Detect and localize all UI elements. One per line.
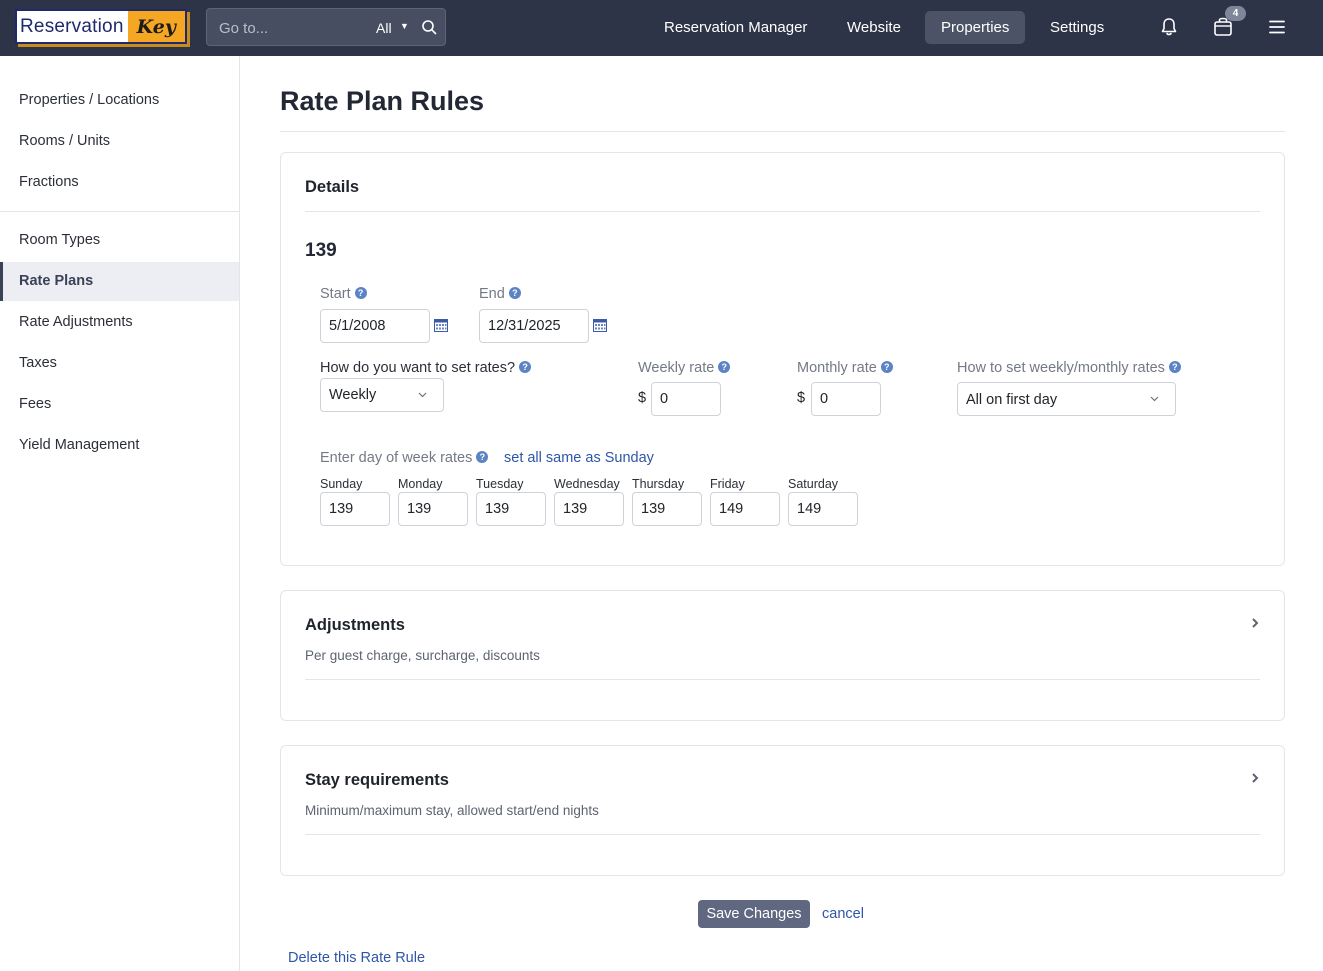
title-divider (280, 131, 1285, 132)
chevron-right-icon[interactable] (1250, 617, 1260, 629)
currency-symbol: $ (638, 390, 647, 406)
weekly-rate-label: Weekly rate? (638, 360, 731, 376)
day-label-saturday: Saturday (788, 477, 839, 491)
stay-requirements-card[interactable]: Stay requirements Minimum/maximum stay, … (280, 745, 1285, 876)
stay-requirements-subtitle: Minimum/maximum stay, allowed start/end … (305, 803, 599, 818)
monthly-rate-label-text: Monthly rate (797, 360, 877, 376)
monthly-rate-label: Monthly rate? (797, 360, 893, 376)
hamburger-menu-icon[interactable] (1266, 16, 1288, 38)
help-icon[interactable]: ? (718, 361, 731, 374)
day-label-sunday: Sunday (320, 477, 363, 491)
sidebar-item-rate-adjustments[interactable]: Rate Adjustments (0, 303, 239, 342)
start-label-text: Start (320, 286, 351, 302)
tuesday-rate-input[interactable]: 139 (476, 492, 546, 526)
chevron-down-icon (418, 392, 427, 398)
delete-rate-rule-link[interactable]: Delete this Rate Rule (288, 950, 425, 966)
saturday-rate-input[interactable]: 149 (788, 492, 858, 526)
sidebar-item-rooms-units[interactable]: Rooms / Units (0, 122, 239, 161)
help-icon[interactable]: ? (880, 361, 893, 374)
wednesday-rate-input[interactable]: 139 (554, 492, 624, 526)
stay-requirements-divider (305, 834, 1260, 835)
chevron-right-icon[interactable] (1250, 772, 1260, 784)
nav-settings[interactable]: Settings (1034, 11, 1120, 44)
help-icon[interactable]: ? (508, 287, 521, 300)
caret-down-icon[interactable]: ▼ (400, 21, 409, 31)
calendar-icon[interactable] (593, 319, 607, 332)
search-scope-dropdown[interactable]: All (376, 20, 392, 36)
set-rates-label: How do you want to set rates?? (320, 360, 532, 376)
logo-text-left: Reservation (17, 11, 128, 42)
day-label-tuesday: Tuesday (476, 477, 524, 491)
calendar-icon[interactable] (434, 319, 448, 332)
help-icon[interactable]: ? (476, 451, 489, 464)
sidebar-divider (0, 211, 239, 212)
help-icon[interactable]: ? (519, 361, 532, 374)
weekly-rate-input[interactable]: 0 (651, 382, 721, 416)
how-set-select[interactable]: All on first day (957, 382, 1176, 416)
friday-rate-input[interactable]: 149 (710, 492, 780, 526)
sunday-rate-input[interactable]: 139 (320, 492, 390, 526)
adjustments-divider (305, 679, 1260, 680)
sidebar: Properties / Locations Rooms / Units Fra… (0, 56, 240, 971)
top-navbar: Reservation Key Go to... All ▼ Reservati… (0, 0, 1323, 56)
help-icon[interactable]: ? (1168, 361, 1181, 374)
chevron-down-icon (1150, 396, 1159, 402)
weekly-rate-label-text: Weekly rate (638, 360, 715, 376)
dow-rates-label: Enter day of week rates? (320, 450, 489, 466)
sidebar-item-properties-locations[interactable]: Properties / Locations (0, 81, 239, 120)
start-date-input[interactable]: 5/1/2008 (320, 309, 430, 343)
logo-text-right: Key (127, 11, 185, 42)
sidebar-item-fees[interactable]: Fees (0, 385, 239, 424)
sidebar-item-yield-management[interactable]: Yield Management (0, 426, 239, 465)
how-set-label: How to set weekly/monthly rates? (957, 360, 1181, 376)
search-icon[interactable] (421, 19, 437, 35)
nav-properties[interactable]: Properties (925, 11, 1026, 44)
adjustments-title: Adjustments (305, 616, 405, 634)
search-input[interactable]: Go to... (219, 20, 268, 37)
day-label-wednesday: Wednesday (554, 477, 620, 491)
bell-icon[interactable] (1158, 16, 1180, 38)
sidebar-item-rate-plans[interactable]: Rate Plans (0, 262, 239, 301)
page-title: Rate Plan Rules (280, 86, 485, 116)
day-label-thursday: Thursday (632, 477, 685, 491)
details-title: Details (305, 178, 360, 196)
reservationkey-logo[interactable]: Reservation Key (15, 9, 187, 44)
end-label: End? (479, 286, 521, 302)
sidebar-item-fractions[interactable]: Fractions (0, 163, 239, 202)
monday-rate-input[interactable]: 139 (398, 492, 468, 526)
save-changes-button[interactable]: Save Changes (698, 900, 810, 928)
cart-count-badge: 4 (1225, 6, 1246, 21)
adjustments-subtitle: Per guest charge, surcharge, discounts (305, 648, 540, 663)
day-label-friday: Friday (710, 477, 745, 491)
monthly-rate-input[interactable]: 0 (811, 382, 881, 416)
end-label-text: End (479, 286, 505, 302)
currency-symbol: $ (797, 390, 806, 406)
goto-search-box[interactable]: Go to... All ▼ (206, 8, 446, 46)
rate-rule-name: 139 (305, 240, 337, 261)
details-divider (305, 211, 1260, 212)
dow-rates-label-text: Enter day of week rates (320, 450, 473, 466)
cancel-link[interactable]: cancel (822, 906, 864, 922)
thursday-rate-input[interactable]: 139 (632, 492, 702, 526)
help-icon[interactable]: ? (354, 287, 367, 300)
start-label: Start? (320, 286, 367, 302)
adjustments-card[interactable]: Adjustments Per guest charge, surcharge,… (280, 590, 1285, 721)
set-all-same-link[interactable]: set all same as Sunday (504, 450, 654, 466)
nav-reservation-manager[interactable]: Reservation Manager (648, 11, 823, 44)
end-date-input[interactable]: 12/31/2025 (479, 309, 589, 343)
sidebar-item-room-types[interactable]: Room Types (0, 221, 239, 260)
set-rates-label-text: How do you want to set rates? (320, 360, 516, 376)
how-set-label-text: How to set weekly/monthly rates (957, 360, 1165, 376)
nav-website[interactable]: Website (831, 11, 917, 44)
day-label-monday: Monday (398, 477, 443, 491)
sidebar-item-taxes[interactable]: Taxes (0, 344, 239, 383)
stay-requirements-title: Stay requirements (305, 771, 449, 789)
